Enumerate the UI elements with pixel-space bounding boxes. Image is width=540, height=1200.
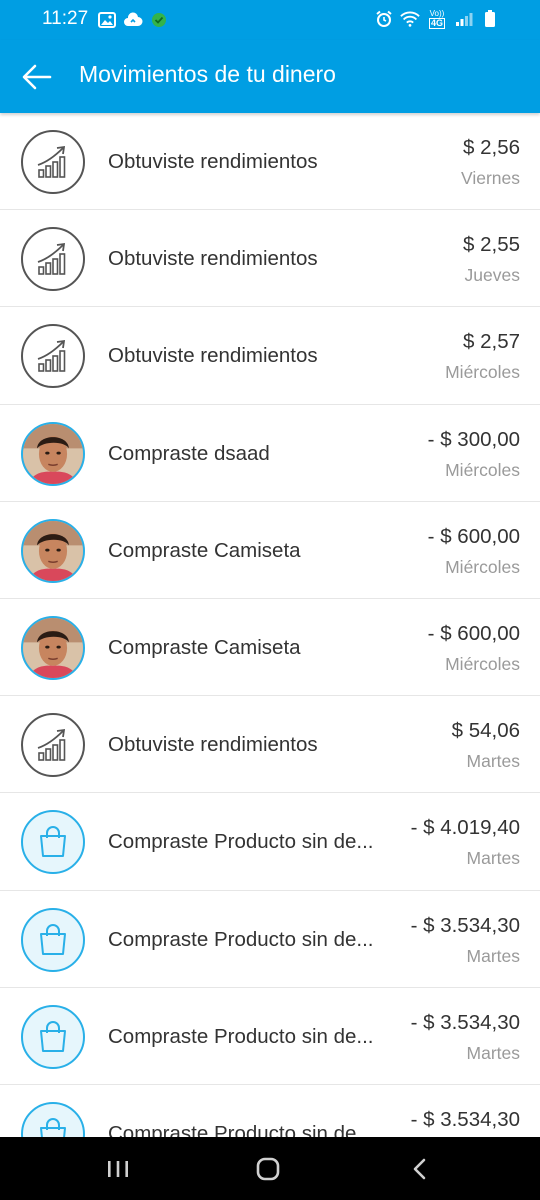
movement-icon bbox=[21, 810, 85, 875]
movement-day: Miércoles bbox=[445, 362, 520, 383]
movement-title: Compraste Producto sin de... bbox=[108, 927, 374, 951]
movement-row[interactable]: Obtuviste rendimientos $ 2,55 Jueves bbox=[0, 210, 540, 308]
avatar-photo bbox=[23, 617, 83, 678]
movement-title: Compraste Producto sin de... bbox=[108, 1024, 374, 1048]
movements-list[interactable]: Obtuviste rendimientos $ 2,56 Viernes Obtu… bbox=[0, 113, 540, 1137]
home-icon bbox=[256, 1157, 280, 1181]
movement-day: Miércoles bbox=[445, 459, 520, 480]
avatar bbox=[21, 615, 85, 680]
system-back-button[interactable] bbox=[400, 1153, 440, 1185]
movement-day: Martes bbox=[466, 945, 520, 966]
movement-row[interactable]: Compraste dsaad - $ 300,00 Miércoles bbox=[0, 405, 540, 502]
recent-apps-icon bbox=[108, 1161, 128, 1177]
movement-title: Compraste Producto sin de... bbox=[108, 830, 374, 854]
movement-amount: - $ 4.019,40 bbox=[410, 816, 520, 840]
movement-amount: $ 54,06 bbox=[451, 719, 520, 743]
movement-day: Miércoles bbox=[445, 653, 520, 674]
avatar-photo bbox=[23, 520, 83, 581]
movement-day: Viernes bbox=[460, 168, 520, 188]
movement-row[interactable]: Obtuviste rendimientos $ 2,57 Miércoles bbox=[0, 307, 540, 405]
movement-title: Compraste Producto sin de... bbox=[108, 1121, 374, 1137]
movement-row[interactable]: Compraste Camiseta - $ 600,00 Miércoles bbox=[0, 502, 540, 599]
movement-amount: $ 2,55 bbox=[463, 233, 520, 257]
recent-apps-button[interactable] bbox=[98, 1153, 138, 1185]
shopping-bag-icon bbox=[40, 1117, 66, 1137]
movement-title: Obtuviste rendimientos bbox=[108, 733, 318, 757]
movement-icon bbox=[21, 713, 85, 778]
movement-row[interactable]: Compraste Producto sin de... - $ 3.534,30 bbox=[0, 1085, 540, 1137]
movement-icon bbox=[21, 1004, 85, 1069]
chart-growth-icon bbox=[37, 729, 66, 761]
movement-title: Obtuviste rendimientos bbox=[108, 247, 318, 271]
movement-amount: $ 2,57 bbox=[463, 330, 520, 354]
movement-icon bbox=[21, 907, 85, 972]
movement-row[interactable]: Obtuviste rendimientos $ 2,56 Viernes bbox=[0, 113, 540, 211]
avatar-photo bbox=[23, 423, 83, 484]
movement-icon bbox=[21, 130, 85, 194]
movement-amount: - $ 600,00 bbox=[427, 524, 520, 548]
chart-growth-icon bbox=[37, 243, 66, 275]
image-icon bbox=[97, 10, 117, 30]
app-notification-icon bbox=[149, 10, 169, 30]
movement-row[interactable]: Compraste Producto sin de... - $ 3.534,30… bbox=[0, 891, 540, 988]
movement-amount: $ 2,56 bbox=[463, 136, 520, 159]
movement-title: Compraste Camiseta bbox=[108, 635, 301, 659]
back-button[interactable] bbox=[14, 54, 60, 100]
network-label-bottom: 4G bbox=[428, 17, 445, 29]
volte-4g-icon: Vo)) 4G bbox=[426, 9, 448, 29]
avatar bbox=[21, 518, 85, 583]
movement-title: Compraste dsaad bbox=[108, 441, 270, 465]
movement-amount: - $ 3.534,30 bbox=[410, 1010, 520, 1034]
app-bar: Movimientos de tu dinero bbox=[0, 40, 540, 113]
wifi-icon bbox=[400, 9, 420, 29]
movement-amount: - $ 3.534,30 bbox=[410, 1107, 520, 1131]
movement-day: Martes bbox=[466, 751, 520, 772]
system-nav-bar bbox=[0, 1137, 540, 1200]
movement-icon bbox=[21, 324, 85, 389]
movement-amount: - $ 3.534,30 bbox=[410, 913, 520, 937]
home-button[interactable] bbox=[248, 1153, 288, 1185]
shopping-bag-icon bbox=[40, 1020, 66, 1052]
chart-growth-icon bbox=[37, 145, 66, 178]
avatar bbox=[21, 421, 85, 486]
movement-icon bbox=[21, 227, 85, 292]
movement-row[interactable]: Obtuviste rendimientos $ 54,06 Martes bbox=[0, 696, 540, 794]
movement-amount: - $ 600,00 bbox=[427, 621, 520, 645]
status-left-icons bbox=[97, 10, 169, 30]
back-chevron-icon bbox=[413, 1158, 426, 1180]
movement-row[interactable]: Compraste Producto sin de... - $ 4.019,40… bbox=[0, 793, 540, 891]
movement-title: Compraste Camiseta bbox=[108, 538, 301, 562]
page-title: Movimientos de tu dinero bbox=[79, 61, 336, 87]
movement-day: Martes bbox=[466, 1042, 520, 1063]
cloud-sync-icon bbox=[123, 10, 143, 30]
movement-day: Jueves bbox=[464, 265, 520, 286]
movement-day: Miércoles bbox=[445, 556, 520, 577]
signal-icon bbox=[454, 9, 474, 29]
movement-title: Obtuviste rendimientos bbox=[108, 150, 318, 173]
movement-amount: - $ 300,00 bbox=[427, 427, 520, 451]
status-right-icons: Vo)) 4G bbox=[374, 9, 500, 29]
movement-title: Obtuviste rendimientos bbox=[108, 344, 318, 368]
movement-day: Martes bbox=[466, 848, 520, 869]
shopping-bag-icon bbox=[40, 826, 66, 858]
status-bar: 11:27 Vo)) 4G bbox=[0, 0, 540, 40]
movement-row[interactable]: Compraste Camiseta - $ 600,00 Miércoles bbox=[0, 599, 540, 697]
movement-row[interactable]: Compraste Producto sin de... - $ 3.534,30… bbox=[0, 988, 540, 1085]
network-label-top: Vo)) bbox=[429, 8, 445, 18]
chart-growth-icon bbox=[37, 340, 66, 373]
battery-icon bbox=[480, 9, 500, 29]
status-time: 11:27 bbox=[42, 8, 89, 29]
shopping-bag-icon bbox=[40, 923, 66, 955]
alarm-icon bbox=[374, 9, 394, 29]
arrow-left-icon bbox=[22, 64, 52, 90]
movement-icon bbox=[21, 1101, 85, 1137]
